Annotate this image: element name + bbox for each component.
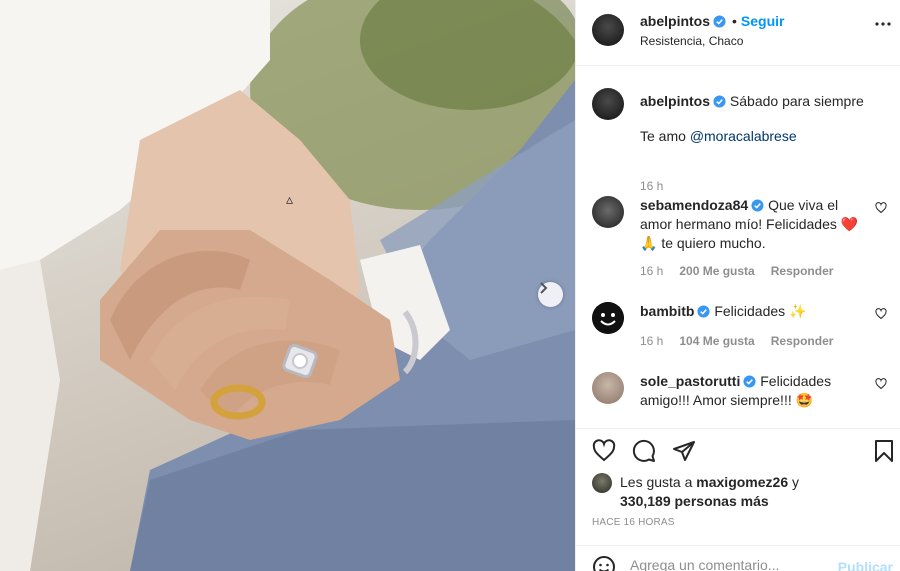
verified-badge-icon: [697, 305, 710, 318]
commenter-username[interactable]: sebamendoza84: [640, 197, 748, 213]
comment-likes[interactable]: 200 Me gusta: [679, 264, 754, 278]
add-comment-bar: Publicar: [576, 545, 900, 571]
bookmark-icon[interactable]: [872, 439, 896, 463]
commenter-avatar[interactable]: [592, 372, 624, 404]
liker-username[interactable]: maxigomez26: [696, 474, 788, 490]
author-avatar[interactable]: [592, 14, 624, 46]
commenter-username[interactable]: bambitb: [640, 303, 694, 319]
comment-body-end: te quiero mucho.: [657, 235, 766, 251]
caption-mention[interactable]: @moracalabrese: [690, 128, 797, 144]
svg-text:▵: ▵: [286, 192, 293, 208]
commenter-avatar[interactable]: [592, 302, 624, 334]
comment-icon[interactable]: [632, 439, 656, 463]
hands-illustration: ▵: [0, 0, 575, 571]
heart-icon[interactable]: [875, 378, 887, 390]
comment-text: sole_pastorutti Felicidades amigo!!! Amo…: [640, 372, 870, 410]
comment-time[interactable]: 16 h: [640, 334, 663, 348]
heart-icon[interactable]: [875, 202, 887, 214]
post-side-panel: abelpintos • Seguir Resistencia, Chaco abe…: [575, 0, 900, 571]
author-username[interactable]: abelpintos: [640, 13, 710, 29]
list-item: bambitb Felicidades ✨ 16 h 104 Me gusta Re…: [592, 302, 887, 352]
more-options-icon[interactable]: [875, 22, 891, 26]
follow-button[interactable]: Seguir: [741, 13, 785, 29]
verified-badge-icon: [713, 15, 726, 28]
emoji-icon[interactable]: [592, 555, 616, 571]
comment-text: bambitb Felicidades ✨: [640, 302, 870, 321]
verified-badge-icon: [743, 375, 756, 388]
comment-meta: 16 h 104 Me gusta Responder: [640, 334, 833, 348]
caption-username[interactable]: abelpintos: [640, 93, 710, 109]
list-item: sole_pastorutti Felicidades amigo!!! Amo…: [592, 372, 887, 422]
caption: abelpintos Sábado para siempre Te amo @m…: [592, 88, 887, 193]
heart-icon[interactable]: [875, 308, 887, 320]
post-actions: Les gusta a maxigomez26 y 330,189 person…: [576, 428, 900, 571]
verified-badge-icon: [713, 95, 726, 108]
comments-list[interactable]: abelpintos Sábado para siempre Te amo @m…: [576, 66, 900, 428]
likes-prefix: Les gusta a: [620, 474, 697, 490]
publish-button[interactable]: Publicar: [838, 559, 893, 571]
separator-dot: •: [732, 13, 737, 29]
post-timestamp[interactable]: HACE 16 HORAS: [592, 517, 675, 528]
likes-mid: y: [788, 474, 799, 490]
likes-summary: Les gusta a maxigomez26 y 330,189 person…: [620, 473, 799, 511]
likes-count[interactable]: 330,189 personas más: [620, 493, 769, 509]
post-header: abelpintos • Seguir Resistencia, Chaco: [576, 0, 900, 66]
comment-emoji: 🤩: [795, 392, 814, 408]
caption-time[interactable]: 16 h: [640, 179, 663, 193]
post-location[interactable]: Resistencia, Chaco: [640, 34, 743, 48]
caption-line1: Sábado para siempre: [729, 93, 864, 109]
caption-meta: 16 h: [640, 179, 663, 193]
comment-time[interactable]: 16 h: [640, 264, 663, 278]
post-photo[interactable]: ▵: [0, 0, 575, 571]
comment-likes[interactable]: 104 Me gusta: [679, 334, 754, 348]
comment-body: Felicidades: [714, 303, 790, 319]
heart-icon[interactable]: [592, 439, 616, 463]
caption-avatar[interactable]: [592, 88, 624, 120]
reply-button[interactable]: Responder: [771, 334, 834, 348]
liker-avatar[interactable]: [592, 473, 612, 493]
comment-meta: 16 h 200 Me gusta Responder: [640, 264, 833, 278]
author-line: abelpintos • Seguir: [640, 13, 785, 29]
verified-badge-icon: [751, 199, 764, 212]
share-icon[interactable]: [672, 439, 696, 463]
caption-line2-prefix: Te amo: [640, 128, 690, 144]
list-item: sebamendoza84 Que viva el amor hermano m…: [592, 196, 887, 278]
comment-input[interactable]: [630, 557, 830, 571]
reply-button[interactable]: Responder: [771, 264, 834, 278]
commenter-avatar[interactable]: [592, 196, 624, 228]
caption-line2: Te amo @moracalabrese: [640, 127, 870, 146]
chevron-right-icon: [540, 282, 548, 294]
next-photo-button[interactable]: [538, 282, 563, 307]
smiley-avatar-icon: [592, 302, 624, 334]
commenter-username[interactable]: sole_pastorutti: [640, 373, 740, 389]
caption-text: abelpintos Sábado para siempre Te amo @m…: [640, 92, 870, 146]
comment-text: sebamendoza84 Que viva el amor hermano m…: [640, 196, 870, 253]
comment-emoji: ✨: [789, 303, 807, 319]
